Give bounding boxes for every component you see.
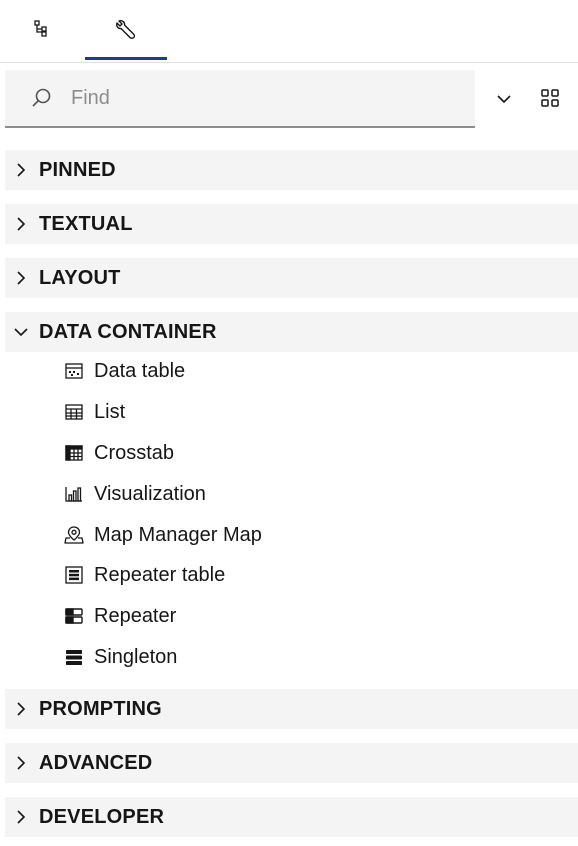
toolbox-panel: PINNED TEXTUAL LAYOUT DATA CONTAINER (0, 0, 578, 846)
section-advanced[interactable]: ADVANCED (5, 743, 578, 783)
list-item-label: List (94, 400, 126, 423)
repeater-icon (63, 605, 85, 627)
tab-data-tree[interactable] (3, 0, 85, 60)
list-item-repeater[interactable]: Repeater (63, 598, 543, 634)
section-developer[interactable]: DEVELOPER (5, 797, 578, 837)
chevron-right-icon (11, 699, 31, 719)
section-label: DATA CONTAINER (39, 320, 217, 343)
list-item-data-table[interactable]: Data table (63, 353, 543, 389)
repeater-table-icon (63, 564, 85, 586)
search-row (0, 70, 578, 128)
chevron-right-icon (11, 214, 31, 234)
list-item-label: Singleton (94, 645, 178, 668)
wrench-icon (114, 18, 138, 42)
section-pinned[interactable]: PINNED (5, 150, 578, 190)
list-item-repeater-table[interactable]: Repeater table (63, 557, 543, 593)
section-data-container[interactable]: DATA CONTAINER (5, 312, 578, 352)
data-tree-icon (33, 19, 55, 41)
list-item-map-manager-map[interactable]: Map Manager Map (63, 517, 543, 553)
section-prompting[interactable]: PROMPTING (5, 689, 578, 729)
filter-dropdown-button[interactable] (490, 88, 518, 112)
list-icon (63, 401, 85, 423)
section-textual[interactable]: TEXTUAL (5, 204, 578, 244)
list-item-label: Repeater table (94, 563, 226, 586)
grid-view-button[interactable] (536, 86, 564, 114)
list-item-list[interactable]: List (63, 394, 543, 430)
section-label: PINNED (39, 158, 116, 181)
tab-toolbox[interactable] (85, 0, 167, 60)
visualization-icon (63, 483, 85, 505)
list-item-label: Crosstab (94, 441, 175, 464)
section-layout[interactable]: LAYOUT (5, 258, 578, 298)
tab-bar (0, 0, 578, 63)
list-item-visualization[interactable]: Visualization (63, 476, 543, 512)
list-item-singleton[interactable]: Singleton (63, 639, 543, 675)
chevron-right-icon (11, 807, 31, 827)
list-item-label: Map Manager Map (94, 523, 262, 546)
search-input[interactable] (69, 85, 453, 111)
section-label: DEVELOPER (39, 805, 165, 828)
list-item-label: Visualization (94, 482, 206, 505)
search-icon (31, 87, 53, 109)
chevron-down-icon (11, 322, 31, 342)
list-item-label: Data table (94, 359, 186, 382)
section-label: ADVANCED (39, 751, 153, 774)
crosstab-icon (63, 442, 85, 464)
grid-icon (540, 88, 560, 113)
singleton-icon (63, 646, 85, 668)
chevron-right-icon (11, 268, 31, 288)
search-box[interactable] (5, 70, 475, 128)
section-label: LAYOUT (39, 266, 121, 289)
chevron-right-icon (11, 753, 31, 773)
list-item-crosstab[interactable]: Crosstab (63, 435, 543, 471)
map-pin-icon (63, 524, 85, 546)
list-item-label: Repeater (94, 604, 177, 627)
section-label: PROMPTING (39, 697, 162, 720)
chevron-right-icon (11, 160, 31, 180)
section-label: TEXTUAL (39, 212, 133, 235)
chevron-down-icon (496, 91, 512, 109)
data-table-icon (63, 360, 85, 382)
